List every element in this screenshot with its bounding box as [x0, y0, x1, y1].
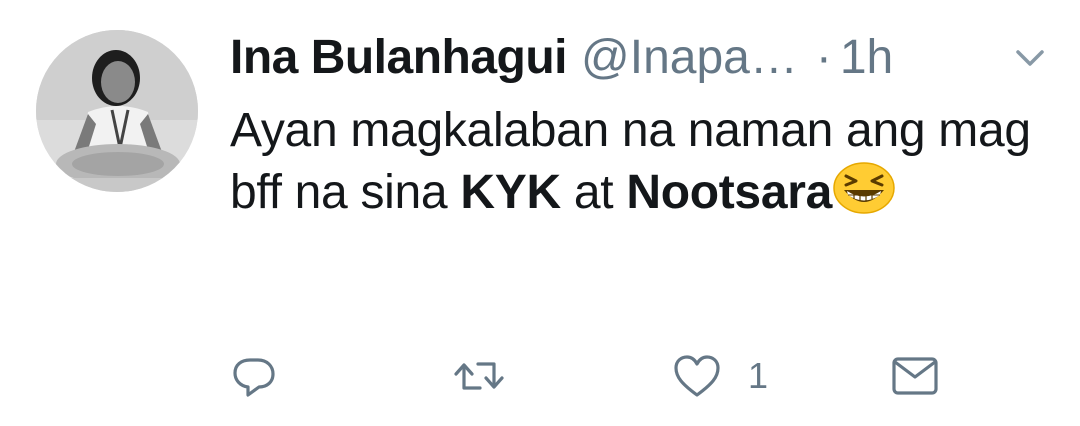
tweet-text-segment: at [560, 166, 627, 219]
profile-photo [36, 30, 198, 192]
like-button[interactable]: 1 [672, 346, 768, 406]
envelope-icon [892, 357, 938, 395]
like-count: 1 [748, 355, 769, 396]
tweet-header: Ina Bulanhagui @Inapa… · 1h [230, 28, 893, 88]
direct-message-button[interactable] [890, 346, 940, 406]
grinning-squinting-face-emoji [832, 162, 896, 214]
retweet-button[interactable] [452, 346, 506, 406]
user-handle[interactable]: @Inapa… [581, 28, 798, 88]
heart-icon [674, 355, 720, 397]
timestamp[interactable]: 1h [840, 28, 893, 88]
reply-button[interactable] [230, 346, 278, 406]
mention-nootsara: Nootsara [626, 166, 832, 219]
chevron-down-icon[interactable] [1010, 38, 1050, 78]
avatar[interactable] [36, 30, 198, 192]
reply-icon [233, 358, 275, 397]
separator-dot: · [815, 31, 832, 84]
mention-kyk: KYK [460, 166, 561, 219]
tweet-actions: 1 [230, 346, 950, 406]
display-name[interactable]: Ina Bulanhagui [230, 28, 568, 88]
retweet-icon [454, 362, 504, 390]
tweet-text: Ayan magkalaban na naman ang mag bff na … [230, 100, 1050, 224]
